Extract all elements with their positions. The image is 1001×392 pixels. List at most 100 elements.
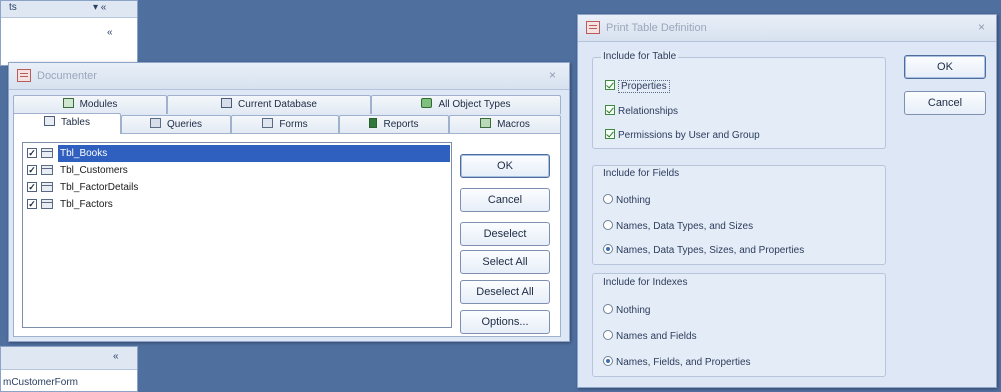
ok-button[interactable]: OK [904, 55, 986, 79]
tab-all-object-types-label: All Object Types [438, 99, 511, 110]
tab-tables-label: Tables [61, 117, 90, 128]
reports-icon [369, 118, 378, 128]
tab-forms[interactable]: Forms [231, 115, 339, 134]
options-button[interactable]: Options... [460, 310, 550, 334]
tab-all-object-types[interactable]: All Object Types [371, 95, 561, 114]
queries-icon [149, 118, 161, 128]
navigation-pane-group-header: « [1, 347, 137, 370]
properties-checkbox[interactable]: Properties [605, 80, 670, 94]
checkbox-checked-icon[interactable]: ✓ [27, 165, 37, 175]
collapse-icon[interactable]: « [113, 351, 119, 362]
tab-queries-label: Queries [166, 119, 202, 130]
print-table-definition-dialog: Print Table Definition × Include for Tab… [577, 14, 997, 388]
list-item-label: Tbl_Factors [60, 199, 113, 210]
table-icon [41, 148, 53, 158]
select-all-button[interactable]: Select All [460, 250, 550, 274]
include-for-indexes-group: Include for Indexes Nothing Names and Fi… [592, 273, 886, 377]
documenter-title: Documenter [37, 70, 97, 82]
navigation-pane-bottom: « mCustomerForm [0, 346, 138, 392]
ok-button[interactable]: OK [460, 154, 550, 178]
checkbox-checked-icon [605, 80, 615, 90]
radio-unselected-icon [603, 304, 613, 314]
radio-selected-icon [603, 356, 613, 366]
list-item[interactable]: ✓ Tbl_Factors [26, 196, 450, 213]
properties-label: Properties [618, 80, 670, 93]
tables-icon [44, 116, 56, 126]
fields-nothing-radio[interactable]: Nothing [603, 194, 650, 208]
table-icon [41, 199, 53, 209]
tab-current-database[interactable]: Current Database [167, 95, 371, 114]
tab-reports[interactable]: Reports [339, 115, 449, 134]
pane-menu-icon[interactable]: ▾ « [93, 2, 106, 13]
permissions-checkbox[interactable]: Permissions by User and Group [605, 129, 760, 143]
navigation-pane-partial-text: ts [9, 2, 17, 13]
print-table-definition-icon [586, 21, 600, 34]
list-item-label: Tbl_Customers [60, 165, 128, 176]
list-item[interactable]: ✓ Tbl_FactorDetails [26, 179, 450, 196]
list-item-label: Tbl_FactorDetails [60, 182, 139, 193]
print-table-definition-title: Print Table Definition [606, 22, 707, 34]
macros-icon [480, 118, 492, 128]
checkbox-checked-icon[interactable]: ✓ [27, 182, 37, 192]
navigation-pane-top: ts ▾ « « [0, 0, 138, 66]
fields-names-types-sizes-properties-radio[interactable]: Names, Data Types, Sizes, and Properties [603, 244, 804, 258]
indexes-names-fields-radio[interactable]: Names and Fields [603, 330, 697, 344]
list-item-label: Tbl_Books [58, 145, 450, 162]
relationships-checkbox[interactable]: Relationships [605, 105, 678, 119]
fields-names-types-sizes-radio[interactable]: Names, Data Types, and Sizes [603, 220, 753, 234]
radio-selected-icon [603, 244, 613, 254]
cancel-button[interactable]: Cancel [460, 188, 550, 212]
tab-tables[interactable]: Tables [13, 113, 121, 134]
tables-list[interactable]: ✓ Tbl_Books ✓ Tbl_Customers ✓ Tbl_Factor… [22, 142, 452, 328]
indexes-nothing-label: Nothing [616, 305, 651, 316]
forms-icon [262, 118, 274, 128]
tab-reports-label: Reports [383, 119, 419, 130]
deselect-all-button[interactable]: Deselect All [460, 280, 550, 304]
print-table-definition-titlebar[interactable]: Print Table Definition × [578, 15, 996, 42]
table-icon [41, 165, 53, 175]
tab-modules[interactable]: Modules [13, 95, 167, 114]
documenter-dialog: Documenter × Modules Current Database Al… [8, 62, 570, 342]
include-for-fields-group: Include for Fields Nothing Names, Data T… [592, 165, 886, 265]
include-for-table-title: Include for Table [601, 51, 679, 62]
close-icon[interactable]: × [978, 20, 985, 34]
cancel-button[interactable]: Cancel [904, 91, 986, 115]
indexes-names-fields-properties-radio[interactable]: Names, Fields, and Properties [603, 356, 751, 370]
tab-forms-label: Forms [279, 119, 308, 130]
tab-current-database-label: Current Database [238, 99, 317, 110]
deselect-button[interactable]: Deselect [460, 222, 550, 246]
modules-icon [62, 98, 74, 108]
collapse-icon[interactable]: « [107, 27, 113, 38]
indexes-names-fields-properties-label: Names, Fields, and Properties [616, 357, 751, 368]
tables-tab-panel: ✓ Tbl_Books ✓ Tbl_Customers ✓ Tbl_Factor… [13, 133, 561, 337]
navigation-pane-header: ts ▾ « [1, 1, 137, 18]
radio-unselected-icon [603, 220, 613, 230]
checkbox-checked-icon [605, 105, 615, 115]
tab-modules-label: Modules [79, 99, 118, 110]
documenter-titlebar[interactable]: Documenter × [9, 63, 569, 90]
tab-queries[interactable]: Queries [121, 115, 231, 134]
checkbox-checked-icon[interactable]: ✓ [27, 148, 37, 158]
tab-macros-label: Macros [497, 119, 530, 130]
fields-names-types-sizes-properties-label: Names, Data Types, Sizes, and Properties [616, 245, 805, 256]
navigation-item-customer-form[interactable]: mCustomerForm [3, 377, 78, 388]
checkbox-checked-icon [605, 129, 615, 139]
checkbox-checked-icon[interactable]: ✓ [27, 199, 37, 209]
radio-unselected-icon [603, 194, 613, 204]
include-for-fields-title: Include for Fields [601, 168, 682, 179]
indexes-names-fields-label: Names and Fields [616, 331, 697, 342]
include-for-table-group: Include for Table Properties Relationshi… [592, 51, 886, 149]
relationships-label: Relationships [618, 106, 679, 117]
include-for-indexes-title: Include for Indexes [601, 277, 690, 288]
list-item[interactable]: ✓ Tbl_Customers [26, 162, 450, 179]
documenter-icon [17, 69, 31, 82]
tab-macros[interactable]: Macros [449, 115, 561, 134]
fields-nothing-label: Nothing [616, 195, 651, 206]
list-item[interactable]: ✓ Tbl_Books [26, 145, 450, 162]
radio-unselected-icon [603, 330, 613, 340]
indexes-nothing-radio[interactable]: Nothing [603, 304, 650, 318]
all-object-types-icon [421, 98, 433, 108]
close-icon[interactable]: × [549, 68, 556, 82]
current-database-icon [221, 98, 233, 108]
table-icon [41, 182, 53, 192]
